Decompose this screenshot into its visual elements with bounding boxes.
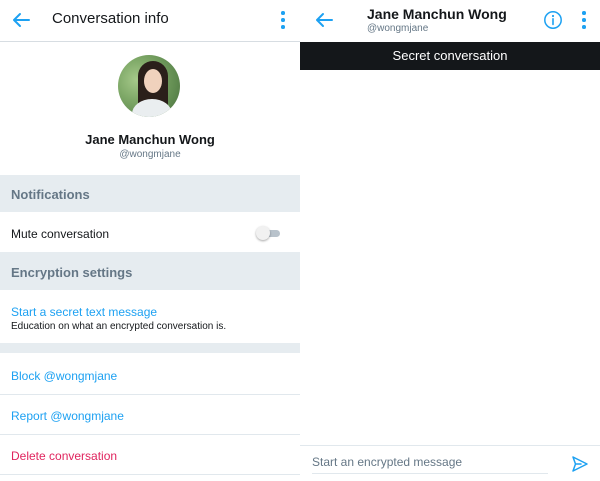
avatar[interactable]: [118, 55, 180, 117]
notifications-section-header: Notifications: [0, 175, 300, 212]
delete-conversation-row[interactable]: Delete conversation: [0, 435, 300, 474]
notifications-header-label: Notifications: [11, 187, 90, 202]
back-arrow-icon[interactable]: [312, 8, 336, 32]
encryption-section-header: Encryption settings: [0, 252, 300, 290]
start-secret-message-link[interactable]: Start a secret text message: [11, 305, 157, 319]
secret-conversation-banner: Secret conversation: [300, 42, 600, 70]
block-user-link[interactable]: Block @wongmjane: [11, 369, 117, 383]
profile-name: Jane Manchun Wong: [85, 132, 215, 147]
start-secret-message-row[interactable]: Start a secret text message Education on…: [0, 291, 300, 343]
mute-toggle[interactable]: [256, 226, 282, 240]
report-user-row[interactable]: Report @wongmjane: [0, 395, 300, 434]
encryption-header-label: Encryption settings: [11, 265, 133, 280]
send-icon[interactable]: [570, 454, 590, 474]
delete-conversation-link[interactable]: Delete conversation: [11, 449, 117, 463]
block-user-row[interactable]: Block @wongmjane: [0, 355, 300, 394]
chat-header: Jane Manchun Wong @wongmjane: [300, 0, 600, 41]
page-title: Conversation info: [52, 10, 169, 27]
section-spacer: [0, 343, 300, 353]
info-icon[interactable]: [543, 10, 563, 30]
chat-contact-name: Jane Manchun Wong: [367, 6, 507, 22]
kebab-menu-icon[interactable]: [580, 11, 588, 31]
report-user-link[interactable]: Report @wongmjane: [11, 409, 124, 423]
mute-conversation-label: Mute conversation: [11, 227, 110, 241]
profile-handle: @wongmjane: [119, 149, 181, 160]
chat-contact-handle: @wongmjane: [367, 23, 429, 34]
info-header: Conversation info: [0, 0, 300, 42]
chat-panel: Jane Manchun Wong @wongmjane Secret conv…: [300, 0, 600, 481]
message-input[interactable]: [312, 451, 548, 474]
conversation-info-panel: Conversation info Jane Manchun Wong @won…: [0, 0, 300, 481]
compose-divider: [300, 445, 600, 446]
divider: [0, 474, 300, 475]
kebab-menu-icon[interactable]: [279, 11, 287, 31]
secret-message-description: Education on what an encrypted conversat…: [11, 321, 227, 332]
mute-conversation-row[interactable]: Mute conversation: [0, 212, 300, 252]
back-arrow-icon[interactable]: [9, 8, 33, 32]
